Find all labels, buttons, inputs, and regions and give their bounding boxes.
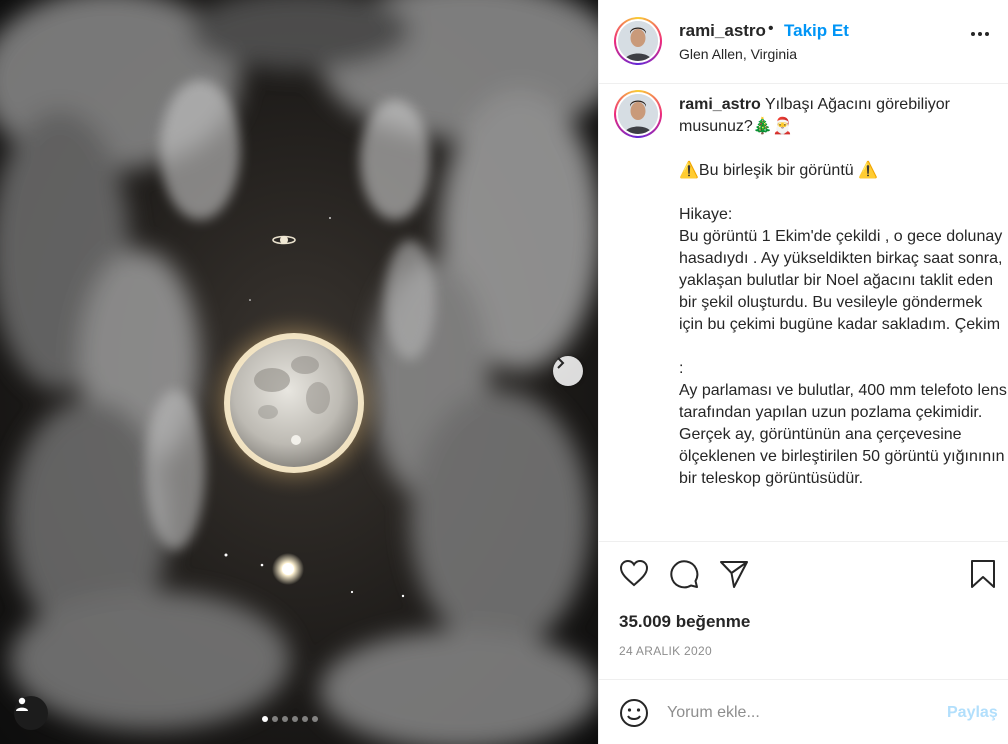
carousel-dot	[312, 716, 318, 722]
paper-plane-icon[interactable]	[719, 559, 749, 589]
post-header: rami_astro • Takip Et Glen Allen, Virgin…	[599, 0, 1008, 84]
profile-photo-icon	[618, 21, 658, 61]
post-location[interactable]: Glen Allen, Virginia	[679, 46, 797, 62]
tagged-users-button[interactable]	[14, 696, 48, 730]
avatar[interactable]	[614, 17, 662, 65]
caption-username[interactable]: rami_astro	[679, 96, 761, 113]
night-sky-photo	[0, 0, 598, 744]
carousel-indicator	[262, 716, 318, 722]
carousel-dot	[272, 716, 278, 722]
post-username[interactable]: rami_astro	[679, 21, 766, 41]
smiley-icon[interactable]	[619, 698, 649, 728]
carousel-dot	[262, 716, 268, 722]
profile-photo-icon	[618, 94, 658, 134]
post-actions: 35.009 beğenme 24 ARALIK 2020	[599, 541, 1008, 679]
bookmark-icon[interactable]	[970, 559, 996, 589]
post-caption: rami_astro Yılbaşı Ağacını görebiliyor m…	[679, 94, 1007, 490]
post-side-panel: rami_astro • Takip Et Glen Allen, Virgin…	[598, 0, 1008, 744]
chevron-right-icon	[557, 357, 565, 369]
comment-input[interactable]	[667, 700, 927, 726]
like-count[interactable]: 35.009 beğenme	[619, 612, 750, 632]
post-date[interactable]: 24 ARALIK 2020	[619, 644, 712, 658]
comment-icon[interactable]	[669, 559, 699, 589]
heart-icon[interactable]	[619, 559, 649, 587]
carousel-dot	[282, 716, 288, 722]
next-slide-button[interactable]	[553, 356, 583, 386]
post-comment-button[interactable]: Paylaş	[947, 704, 998, 722]
carousel-dot	[292, 716, 298, 722]
comment-bar: Paylaş	[599, 679, 1008, 744]
user-tag-icon	[16, 697, 28, 711]
caption-text: Yılbaşı Ağacını görebiliyor musunuz?🎄🎅 ⚠…	[679, 96, 1007, 487]
post-image[interactable]	[0, 0, 598, 744]
caption-avatar[interactable]	[614, 90, 662, 138]
separator-dot: •	[768, 20, 774, 37]
carousel-dot	[302, 716, 308, 722]
caption-section: rami_astro Yılbaşı Ağacını görebiliyor m…	[599, 85, 1008, 541]
more-dots-icon[interactable]	[970, 31, 990, 37]
follow-button[interactable]: Takip Et	[784, 21, 849, 41]
